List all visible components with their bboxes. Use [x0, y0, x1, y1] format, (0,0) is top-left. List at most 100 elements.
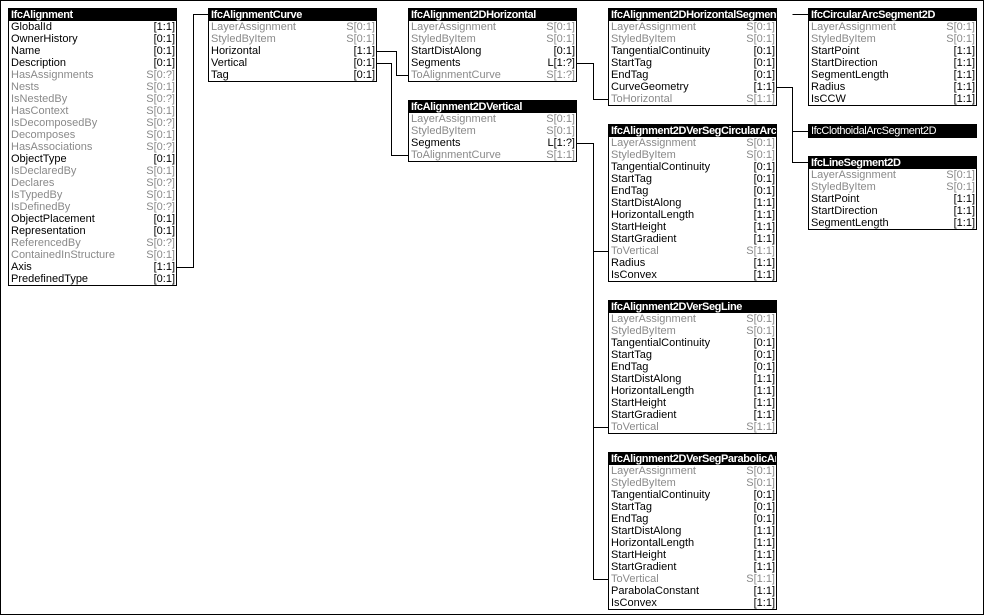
- attribute-row[interactable]: StartTag [0:1]: [609, 349, 776, 361]
- attribute-row[interactable]: ToVertical S[1:1]: [609, 573, 776, 585]
- attribute-row[interactable]: EndTag [0:1]: [609, 361, 776, 373]
- attribute-row[interactable]: ToAlignmentCurve S[1:1]: [409, 149, 576, 161]
- attribute-row[interactable]: StyledByItem S[0:1]: [609, 325, 776, 337]
- attribute-row[interactable]: StartPoint [1:1]: [809, 45, 976, 57]
- attribute-row[interactable]: StartDistAlong [1:1]: [609, 373, 776, 385]
- attribute-row[interactable]: PredefinedType [0:1]: [9, 273, 176, 285]
- attribute-row[interactable]: IsDefinedBy S[0:?]: [9, 201, 176, 213]
- attribute-row[interactable]: IsCCW [1:1]: [809, 93, 976, 105]
- attribute-row[interactable]: CurveGeometry [1:1]: [609, 81, 776, 93]
- attribute-row[interactable]: StyledByItem S[0:1]: [409, 125, 576, 137]
- attribute-row[interactable]: StartHeight [1:1]: [609, 221, 776, 233]
- attribute-row[interactable]: TangentialContinuity [0:1]: [609, 337, 776, 349]
- attribute-row[interactable]: StartDirection [1:1]: [809, 205, 976, 217]
- attribute-row[interactable]: StartTag [0:1]: [609, 501, 776, 513]
- attribute-row[interactable]: HasAssociations S[0:?]: [9, 141, 176, 153]
- attribute-row[interactable]: StyledByItem S[0:1]: [409, 33, 576, 45]
- attribute-row[interactable]: HasContext S[0:1]: [9, 105, 176, 117]
- attribute-row[interactable]: GlobalId [1:1]: [9, 21, 176, 33]
- attribute-row[interactable]: EndTag [0:1]: [609, 69, 776, 81]
- entity-ifc-alignment-2d-verseg-line[interactable]: IfcAlignment2DVerSegLine LayerAssignment S…: [608, 300, 777, 434]
- attribute-row[interactable]: IsDecomposedBy S[0:?]: [9, 117, 176, 129]
- attribute-row[interactable]: StartDirection [1:1]: [809, 57, 976, 69]
- entity-ifc-alignment-2d-horizontal-segment[interactable]: IfcAlignment2DHorizontalSegment LayerAssi…: [608, 8, 777, 106]
- attribute-row[interactable]: LayerAssignment S[0:1]: [409, 113, 576, 125]
- attribute-row[interactable]: ToVertical S[1:1]: [609, 421, 776, 433]
- attribute-row[interactable]: ReferencedBy S[0:?]: [9, 237, 176, 249]
- attribute-row[interactable]: ObjectPlacement [0:1]: [9, 213, 176, 225]
- attribute-row[interactable]: ToVertical S[1:1]: [609, 245, 776, 257]
- attribute-row[interactable]: StartGradient [1:1]: [609, 409, 776, 421]
- attribute-row[interactable]: ParabolaConstant [1:1]: [609, 585, 776, 597]
- attribute-row[interactable]: EndTag [0:1]: [609, 185, 776, 197]
- entity-ifc-alignment-2d-verseg-circular-arc[interactable]: IfcAlignment2DVerSegCircularArc LayerAssi…: [608, 124, 777, 282]
- attribute-row[interactable]: Vertical [0:1]: [209, 57, 376, 69]
- attribute-row[interactable]: LayerAssignment S[0:1]: [609, 137, 776, 149]
- attribute-row[interactable]: Radius [1:1]: [609, 257, 776, 269]
- attribute-row[interactable]: Tag [0:1]: [209, 69, 376, 81]
- entity-ifc-alignment[interactable]: IfcAlignment GlobalId [1:1] OwnerHistory [0:…: [8, 8, 177, 286]
- attribute-row[interactable]: Declares S[0:?]: [9, 177, 176, 189]
- attribute-row[interactable]: TangentialContinuity [0:1]: [609, 161, 776, 173]
- attribute-row[interactable]: Decomposes S[0:1]: [9, 129, 176, 141]
- attribute-row[interactable]: StartHeight [1:1]: [609, 549, 776, 561]
- attribute-row[interactable]: OwnerHistory [0:1]: [9, 33, 176, 45]
- attribute-row[interactable]: HorizontalLength [1:1]: [609, 385, 776, 397]
- attribute-row[interactable]: StyledByItem S[0:1]: [609, 149, 776, 161]
- attribute-row[interactable]: SegmentLength [1:1]: [809, 217, 976, 229]
- attribute-row[interactable]: Radius [1:1]: [809, 81, 976, 93]
- attribute-row[interactable]: SegmentLength [1:1]: [809, 69, 976, 81]
- attribute-row[interactable]: IsNestedBy S[0:?]: [9, 93, 176, 105]
- attribute-row[interactable]: HasAssignments S[0:?]: [9, 69, 176, 81]
- attribute-row[interactable]: LayerAssignment S[0:1]: [209, 21, 376, 33]
- entity-ifc-alignment-curve[interactable]: IfcAlignmentCurve LayerAssignment S[0:1] St…: [208, 8, 377, 82]
- attribute-row[interactable]: StartHeight [1:1]: [609, 397, 776, 409]
- attribute-row[interactable]: LayerAssignment S[0:1]: [809, 21, 976, 33]
- attribute-row[interactable]: StyledByItem S[0:1]: [609, 33, 776, 45]
- attribute-row[interactable]: LayerAssignment S[0:1]: [609, 465, 776, 477]
- attribute-row[interactable]: StyledByItem S[0:1]: [809, 181, 976, 193]
- attribute-row[interactable]: StartDistAlong [1:1]: [609, 525, 776, 537]
- attribute-row[interactable]: LayerAssignment S[0:1]: [409, 21, 576, 33]
- attribute-row[interactable]: StartDistAlong [0:1]: [409, 45, 576, 57]
- attribute-row[interactable]: IsTypedBy S[0:1]: [9, 189, 176, 201]
- attribute-row[interactable]: Axis [1:1]: [9, 261, 176, 273]
- attribute-row[interactable]: StyledByItem S[0:1]: [209, 33, 376, 45]
- attribute-row[interactable]: StyledByItem S[0:1]: [609, 477, 776, 489]
- entity-ifc-clothoidal-arc-segment-2d[interactable]: IfcClothoidalArcSegment2D: [808, 124, 977, 138]
- attribute-row[interactable]: Representation [0:1]: [9, 225, 176, 237]
- attribute-row[interactable]: StyledByItem S[0:1]: [809, 33, 976, 45]
- attribute-row[interactable]: Nests S[0:1]: [9, 81, 176, 93]
- attribute-row[interactable]: TangentialContinuity [0:1]: [609, 45, 776, 57]
- attribute-row[interactable]: HorizontalLength [1:1]: [609, 209, 776, 221]
- attribute-row[interactable]: StartGradient [1:1]: [609, 233, 776, 245]
- entity-ifc-circular-arc-segment-2d[interactable]: IfcCircularArcSegment2D LayerAssignment S[…: [808, 8, 977, 106]
- attribute-row[interactable]: LayerAssignment S[0:1]: [609, 21, 776, 33]
- attribute-row[interactable]: StartGradient [1:1]: [609, 561, 776, 573]
- entity-ifc-alignment-2d-vertical[interactable]: IfcAlignment2DVertical LayerAssignment S[0…: [408, 100, 577, 162]
- entity-ifc-line-segment-2d[interactable]: IfcLineSegment2D LayerAssignment S[0:1] Sty…: [808, 156, 977, 230]
- attribute-row[interactable]: StartPoint [1:1]: [809, 193, 976, 205]
- attribute-row[interactable]: LayerAssignment S[0:1]: [609, 313, 776, 325]
- attribute-row[interactable]: TangentialContinuity [0:1]: [609, 489, 776, 501]
- attribute-row[interactable]: IsConvex [1:1]: [609, 269, 776, 281]
- entity-ifc-alignment-2d-horizontal[interactable]: IfcAlignment2DHorizontal LayerAssignment S…: [408, 8, 577, 82]
- attribute-row[interactable]: Segments L[1:?]: [409, 137, 576, 149]
- attribute-row[interactable]: Name [0:1]: [9, 45, 176, 57]
- attribute-row[interactable]: IsConvex [1:1]: [609, 597, 776, 609]
- attribute-row[interactable]: StartDistAlong [1:1]: [609, 197, 776, 209]
- attribute-row[interactable]: HorizontalLength [1:1]: [609, 537, 776, 549]
- attribute-row[interactable]: ToHorizontal S[1:1]: [609, 93, 776, 105]
- attribute-row[interactable]: ToAlignmentCurve S[1:?]: [409, 69, 576, 81]
- attribute-row[interactable]: EndTag [0:1]: [609, 513, 776, 525]
- attribute-row[interactable]: StartTag [0:1]: [609, 57, 776, 69]
- attribute-row[interactable]: Segments L[1:?]: [409, 57, 576, 69]
- attribute-row[interactable]: LayerAssignment S[0:1]: [809, 169, 976, 181]
- attribute-row[interactable]: Horizontal [1:1]: [209, 45, 376, 57]
- attribute-row[interactable]: ObjectType [0:1]: [9, 153, 176, 165]
- attribute-row[interactable]: Description [0:1]: [9, 57, 176, 69]
- attribute-row[interactable]: IsDeclaredBy S[0:1]: [9, 165, 176, 177]
- attribute-row[interactable]: StartTag [0:1]: [609, 173, 776, 185]
- entity-ifc-alignment-2d-verseg-parabolic-arc[interactable]: IfcAlignment2DVerSegParabolicArc LayerAss…: [608, 452, 777, 610]
- attribute-row[interactable]: ContainedInStructure S[0:1]: [9, 249, 176, 261]
